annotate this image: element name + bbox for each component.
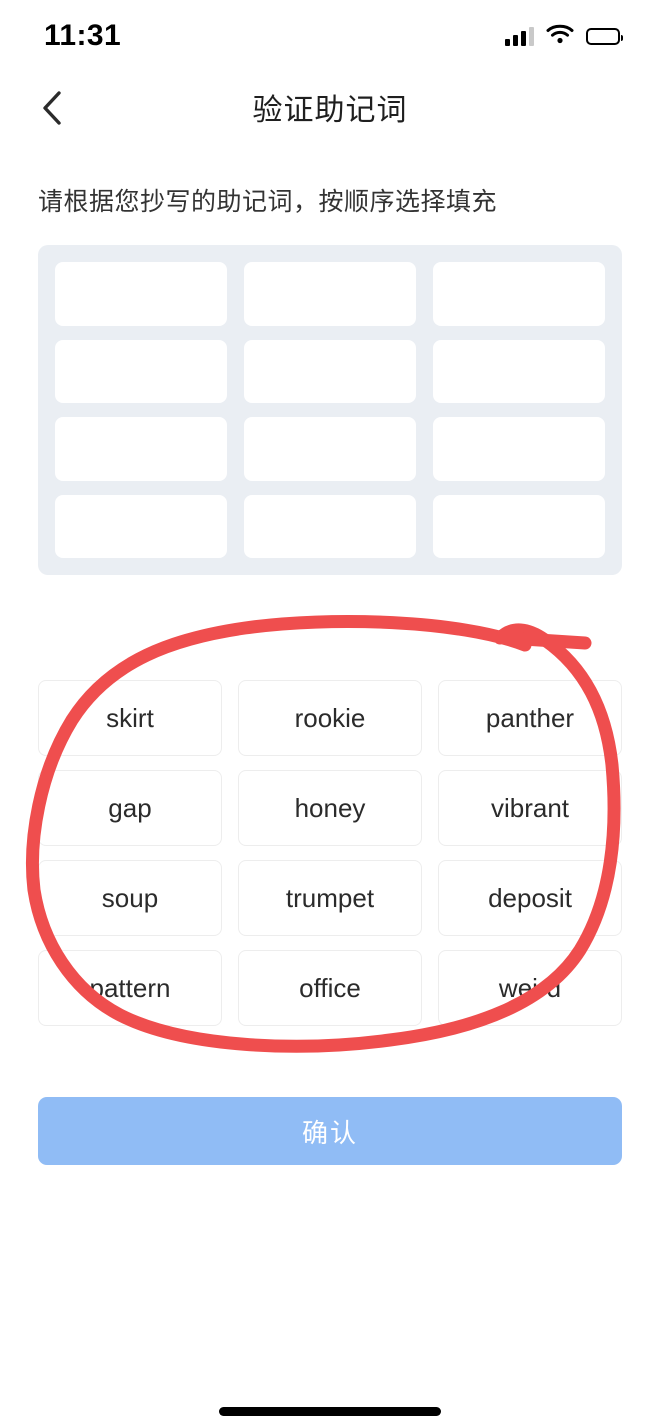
instruction-text: 请根据您抄写的助记词，按顺序选择填充: [38, 188, 498, 216]
word-chip[interactable]: gap: [38, 770, 222, 846]
status-bar-icons: [505, 24, 623, 49]
mnemonic-slot[interactable]: [244, 494, 416, 558]
word-chip[interactable]: weird: [438, 950, 622, 1026]
mnemonic-slot[interactable]: [244, 262, 416, 326]
mnemonic-slot[interactable]: [55, 262, 227, 326]
word-chip[interactable]: deposit: [438, 860, 622, 936]
word-chip[interactable]: skirt: [38, 680, 222, 756]
mnemonic-slot[interactable]: [55, 417, 227, 481]
mnemonic-slot[interactable]: [55, 339, 227, 403]
confirm-button[interactable]: 确认: [38, 1097, 622, 1165]
cellular-signal-icon: [505, 26, 534, 46]
mnemonic-slot[interactable]: [433, 339, 605, 403]
word-chip[interactable]: panther: [438, 680, 622, 756]
status-bar-time: 11:31: [44, 19, 122, 52]
mnemonic-slot[interactable]: [433, 494, 605, 558]
word-chip[interactable]: pattern: [38, 950, 222, 1026]
mnemonic-slot[interactable]: [433, 262, 605, 326]
word-chip[interactable]: honey: [238, 770, 422, 846]
mnemonic-slot[interactable]: [433, 417, 605, 481]
battery-full-icon: [586, 27, 623, 45]
word-bank-grid: skirt rookie panther gap honey vibrant s…: [38, 680, 622, 1026]
mnemonic-slot[interactable]: [244, 339, 416, 403]
wifi-icon: [546, 24, 574, 49]
page-title: 验证助记词: [252, 94, 408, 127]
word-chip[interactable]: office: [238, 950, 422, 1026]
mnemonic-slot[interactable]: [55, 494, 227, 558]
navigation-bar: 验证助记词: [0, 72, 660, 150]
word-chip[interactable]: soup: [38, 860, 222, 936]
word-chip[interactable]: vibrant: [438, 770, 622, 846]
word-chip[interactable]: trumpet: [238, 860, 422, 936]
mnemonic-slot-panel: [38, 245, 622, 575]
mnemonic-slot[interactable]: [244, 417, 416, 481]
word-chip[interactable]: rookie: [238, 680, 422, 756]
status-bar: 11:31: [0, 0, 660, 72]
home-indicator: [219, 1407, 441, 1416]
